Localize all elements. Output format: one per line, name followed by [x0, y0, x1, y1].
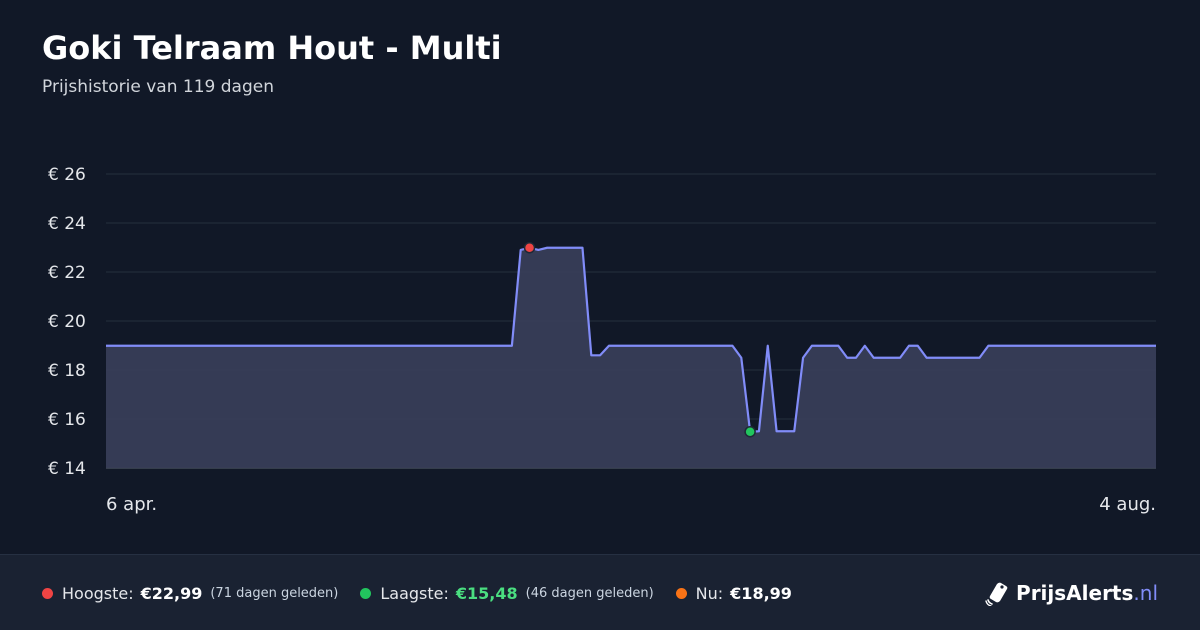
y-tick-label: € 26: [48, 165, 86, 185]
y-axis-ticks: € 26 € 24 € 22 € 20 € 18 € 16 € 14: [48, 165, 86, 479]
logo-tld-text: .nl: [1133, 581, 1158, 605]
price-area: [106, 247, 1156, 468]
highest-note: (71 dagen geleden): [210, 585, 339, 601]
lowest-marker: [744, 425, 756, 438]
stat-current: Nu: €18,99: [675, 583, 792, 603]
highest-dot: [42, 587, 53, 599]
y-tick-label: € 24: [48, 214, 86, 234]
y-tick-label: € 22: [48, 263, 86, 283]
lowest-dot: [360, 587, 372, 599]
stats-footer: Hoogste: €22,99 (71 dagen geleden) Laags…: [0, 554, 1200, 630]
lowest-note: (46 dagen geleden): [525, 585, 654, 601]
lowest-label: Laagste:: [380, 583, 449, 603]
page: Goki Telraam Hout - Multi Prijshistorie …: [0, 0, 1200, 630]
highest-value: €22,99: [140, 583, 203, 603]
prijsalerts-logo[interactable]: PrijsAlerts .nl: [985, 555, 1158, 630]
logo-brand-text: PrijsAlerts: [1016, 581, 1134, 605]
current-dot: [675, 587, 687, 599]
current-label: Nu:: [695, 583, 724, 603]
y-tick-label: € 14: [48, 459, 86, 479]
y-tick-label: € 20: [48, 312, 86, 332]
lowest-value: €15,48: [455, 583, 518, 603]
highest-label: Hoogste:: [62, 583, 134, 603]
price-history-chart: € 26 € 24 € 22 € 20 € 18 € 16 € 14 6 apr. 4 au…: [48, 165, 1156, 515]
y-tick-label: € 18: [48, 361, 86, 381]
stat-highest: Hoogste: €22,99 (71 dagen geleden): [42, 584, 338, 603]
current-value: €18,99: [730, 583, 792, 603]
bell-tag-icon: [985, 582, 1008, 606]
y-tick-label: € 16: [48, 410, 86, 430]
x-axis-end-label: 4 aug.: [1099, 494, 1156, 515]
x-axis-start-label: 6 apr.: [106, 494, 157, 515]
price-stats: Hoogste: €22,99 (71 dagen geleden) Laags…: [42, 555, 814, 630]
highest-marker: [523, 241, 536, 254]
stat-lowest: Laagste: €15,48 (46 dagen geleden): [360, 583, 654, 603]
